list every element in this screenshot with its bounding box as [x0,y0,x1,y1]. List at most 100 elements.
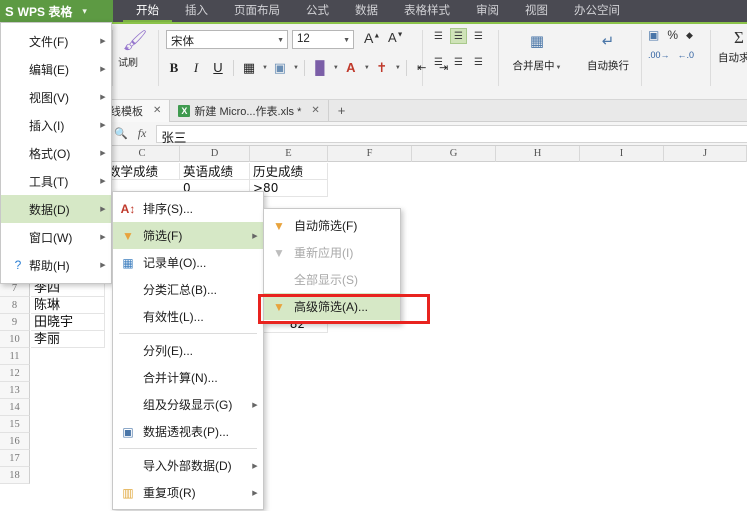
merge-center-button[interactable]: ▦ 合并居中▼ [505,28,569,74]
data-menu-item-10[interactable]: ▥重复项(R)▶ [113,479,263,506]
grid-cell[interactable] [496,367,580,384]
grid-cell[interactable] [30,469,105,486]
main-menu-item-5[interactable]: 工具(T)▶ [1,167,111,195]
grid-cell[interactable] [412,265,496,282]
ribbon-tab-7[interactable]: 视图 [512,0,561,22]
wrap-text-button[interactable]: ↵ 自动换行 [578,28,638,74]
cell-D1[interactable]: 英语成绩 [180,163,250,180]
grid-cell[interactable] [664,367,747,384]
grid-cell[interactable] [412,452,496,469]
cell-E1[interactable]: 历史成绩 [250,163,328,180]
grid-cell[interactable] [30,486,105,503]
new-tab-button[interactable]: + [329,103,355,118]
grid-cell[interactable] [580,265,664,282]
fill-color-icon[interactable]: █ [310,58,330,78]
chevron-down-icon[interactable]: ▼ [343,37,350,44]
grid-cell[interactable] [664,333,747,350]
grid-cell[interactable] [580,401,664,418]
grid-cell[interactable] [664,197,747,214]
row-header-17[interactable]: 17 [0,450,30,467]
grid-cell[interactable] [496,180,580,197]
align-center-icon[interactable]: ☰ [450,54,467,70]
insert-function-icon[interactable]: fx [138,126,147,141]
grid-cell[interactable] [664,163,747,180]
grid-cell[interactable] [328,384,412,401]
grid-cell[interactable] [496,452,580,469]
grid-cell[interactable] [580,248,664,265]
grid-cell[interactable] [412,282,496,299]
ribbon-tab-0[interactable]: 开始 [123,0,172,22]
grid-cell[interactable] [412,197,496,214]
decrease-decimal-icon[interactable]: ←.0 [678,50,695,60]
grid-cell[interactable] [412,401,496,418]
grid-cell[interactable] [580,350,664,367]
grid-cell[interactable] [580,486,664,503]
data-menu-item-7[interactable]: 组及分级显示(G)▶ [113,391,263,418]
grid-cell[interactable] [30,435,105,452]
close-icon[interactable]: ✕ [153,105,161,116]
main-menu-item-4[interactable]: 格式(O)▶ [1,139,111,167]
grid-cell[interactable] [30,452,105,469]
data-menu-item-2[interactable]: ▦记录单(O)... [113,249,263,276]
grid-cell[interactable] [496,418,580,435]
grid-cell[interactable] [30,367,105,384]
grid-cell[interactable] [412,299,496,316]
grid-cell[interactable] [412,214,496,231]
chevron-down-icon[interactable]: ▼ [395,65,401,71]
grid-cell[interactable] [664,265,747,282]
font-size-combobox[interactable]: 12 ▼ [292,30,354,49]
grid-cell[interactable] [664,316,747,333]
main-menu-item-8[interactable]: ?帮助(H)▶ [1,251,111,279]
grid-cell[interactable] [664,180,747,197]
column-header-H[interactable]: H [496,146,580,162]
grid-cell[interactable] [412,231,496,248]
grid-cell[interactable] [664,231,747,248]
grid-cell[interactable] [412,486,496,503]
grid-cell[interactable] [496,214,580,231]
align-right-icon[interactable]: ☰ [470,54,487,70]
column-header-G[interactable]: G [412,146,496,162]
grid-cell[interactable] [496,333,580,350]
ribbon-tab-2[interactable]: 页面布局 [221,0,293,22]
grid-cell[interactable] [328,163,412,180]
row-header-12[interactable]: 12 [0,365,30,382]
increase-decimal-icon[interactable]: .00→ [648,50,670,60]
grid-cell[interactable] [664,350,747,367]
grid-cell[interactable] [496,265,580,282]
grid-cell[interactable] [328,418,412,435]
grid-cell[interactable] [580,333,664,350]
shrink-font-button[interactable]: A▼ [388,30,404,45]
grid-cell[interactable] [496,282,580,299]
grid-cell[interactable] [580,418,664,435]
grid-cell[interactable] [328,367,412,384]
grid-cell[interactable] [496,163,580,180]
filter-menu-item-3[interactable]: ▼高级筛选(A)... [264,293,400,320]
currency-icon[interactable]: ▣ [648,28,659,42]
main-menu-item-7[interactable]: 窗口(W)▶ [1,223,111,251]
data-menu-item-0[interactable]: A↕排序(S)... [113,195,263,222]
grid-cell[interactable] [328,401,412,418]
grid-cell[interactable] [580,367,664,384]
grid-cell[interactable] [664,282,747,299]
underline-button[interactable]: U [208,58,228,78]
grid-cell[interactable] [580,214,664,231]
grid-cell[interactable] [496,299,580,316]
row-header-15[interactable]: 15 [0,416,30,433]
grid-cell[interactable] [328,469,412,486]
grid-cell[interactable] [412,384,496,401]
wps-brand-button[interactable]: S WPS 表格 ▾ [0,0,113,22]
grid-cell[interactable] [580,282,664,299]
grid-cell[interactable] [412,163,496,180]
autosum-button[interactable]: Σ 自动求和 [718,28,747,66]
row-header-16[interactable]: 16 [0,433,30,450]
grid-cell[interactable] [580,163,664,180]
grid-cell[interactable] [412,333,496,350]
grid-cell[interactable] [664,418,747,435]
grid-cell[interactable] [580,452,664,469]
grid-cell[interactable] [664,469,747,486]
ribbon-tab-1[interactable]: 插入 [172,0,221,22]
chevron-down-icon[interactable]: ▾ [82,6,87,17]
grid-cell[interactable] [412,350,496,367]
data-menu-item-4[interactable]: 有效性(L)... [113,303,263,330]
cell-style-icon[interactable]: ▣ [270,58,290,78]
